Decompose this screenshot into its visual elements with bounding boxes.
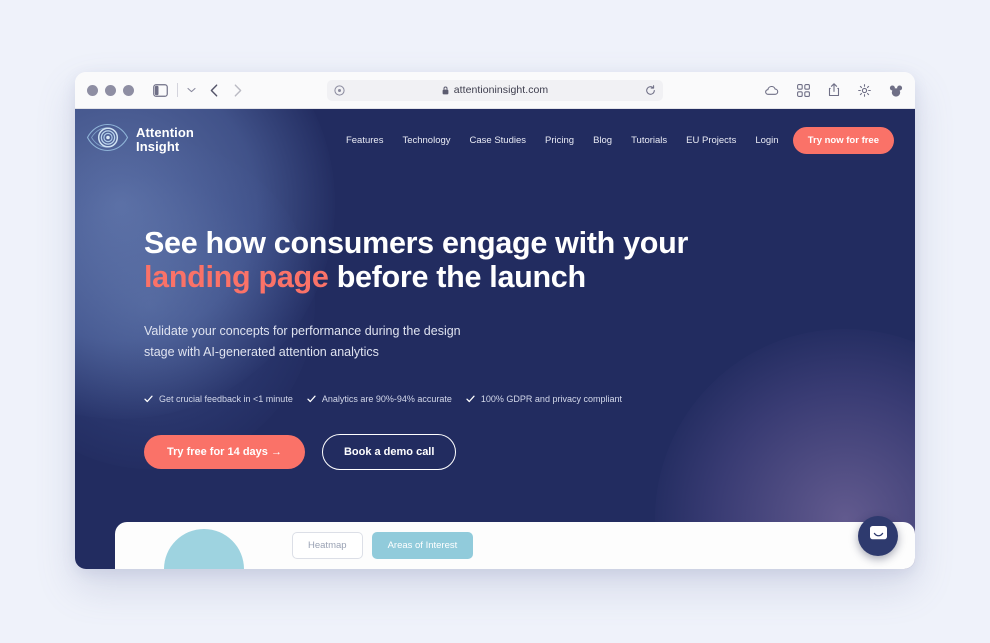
check-icon (144, 395, 153, 403)
tab-overview-icon[interactable] (797, 83, 810, 97)
subtitle-line-1: Validate your concepts for performance d… (144, 323, 461, 338)
attention-blob (164, 529, 244, 569)
logo-line-1: Attention (136, 124, 194, 140)
tab-heatmap[interactable]: Heatmap (292, 532, 363, 559)
close-button[interactable] (87, 84, 98, 96)
sidebar-controls (153, 83, 196, 97)
book-demo-call-button[interactable]: Book a demo call (321, 434, 457, 471)
toolbar-right-icons (764, 83, 903, 97)
chevron-down-icon[interactable] (187, 87, 196, 93)
page-title: See how consumers engage with your landi… (144, 226, 915, 295)
nav-item-blog[interactable]: Blog (593, 135, 612, 146)
feature-label: Analytics are 90%-94% accurate (321, 394, 452, 405)
browser-toolbar: attentioninsight.com (75, 72, 915, 109)
nav-item-technology[interactable]: Technology (402, 135, 450, 146)
browser-window: attentioninsight.com Attention Insight F… (75, 72, 915, 569)
chat-bubble-icon (869, 525, 888, 547)
check-icon (466, 395, 475, 403)
back-icon[interactable] (210, 83, 218, 97)
minimize-button[interactable] (105, 84, 116, 96)
logo-text: Attention Insight (136, 124, 194, 154)
feature-label: Get crucial feedback in <1 minute (159, 394, 293, 405)
nav-item-eu-projects[interactable]: EU Projects (686, 135, 736, 146)
tab-areas-of-interest[interactable]: Areas of Interest (371, 532, 474, 559)
nav-item-tutorials[interactable]: Tutorials (631, 135, 667, 146)
headline-rest: before the launch (336, 260, 586, 295)
share-icon[interactable] (828, 83, 840, 97)
toolbar-divider (177, 83, 178, 97)
hero-cta-group: Try free for 14 days → Book a demo call (144, 434, 915, 471)
forward-icon[interactable] (234, 83, 242, 97)
cloud-icon[interactable] (764, 85, 779, 96)
address-bar[interactable]: attentioninsight.com (327, 79, 663, 101)
feature-item: Analytics are 90%-94% accurate (307, 394, 452, 404)
feature-item: 100% GDPR and privacy compliant (466, 394, 622, 404)
website-viewport: Attention Insight Features Technology Ca… (75, 109, 915, 569)
preview-panel: Heatmap Areas of Interest (115, 522, 915, 569)
reload-icon[interactable] (645, 84, 656, 96)
navigation-arrows (210, 83, 242, 97)
nav-item-features[interactable]: Features (346, 135, 384, 146)
headline-line-1: See how consumers engage with your (144, 226, 689, 260)
sidebar-icon[interactable] (153, 83, 168, 97)
site-navbar: Attention Insight Features Technology Ca… (75, 109, 915, 171)
headline-accent: landing page (144, 260, 329, 295)
try-now-for-free-button[interactable]: Try now for free (792, 126, 894, 154)
nav-links: Features Technology Case Studies Pricing… (346, 135, 779, 146)
hero-section: See how consumers engage with your landi… (75, 171, 915, 471)
site-logo[interactable]: Attention Insight (86, 122, 194, 158)
chat-widget-button[interactable] (858, 516, 898, 556)
feature-list: Get crucial feedback in <1 minute Analyt… (144, 394, 915, 404)
logo-line-2: Insight (136, 139, 180, 154)
extensions-icon[interactable] (889, 84, 903, 97)
nav-item-pricing[interactable]: Pricing (545, 135, 574, 146)
subtitle-line-2: stage with AI-generated attention analyt… (144, 344, 379, 359)
maximize-button[interactable] (123, 84, 134, 96)
hero-subtitle: Validate your concepts for performance d… (144, 321, 564, 363)
preview-tab-group: Heatmap Areas of Interest (292, 532, 474, 559)
feature-item: Get crucial feedback in <1 minute (144, 394, 293, 404)
page-settings-icon[interactable] (334, 84, 345, 96)
eye-logo-icon (86, 122, 129, 158)
url-text: attentioninsight.com (453, 84, 549, 96)
nav-item-login[interactable]: Login (755, 135, 778, 146)
feature-label: 100% GDPR and privacy compliant (480, 394, 622, 405)
settings-icon[interactable] (858, 83, 871, 97)
check-icon (307, 395, 316, 403)
try-free-14-days-button[interactable]: Try free for 14 days → (144, 435, 305, 470)
traffic-lights (87, 84, 134, 96)
nav-item-case-studies[interactable]: Case Studies (470, 135, 527, 146)
lock-icon (442, 86, 449, 95)
